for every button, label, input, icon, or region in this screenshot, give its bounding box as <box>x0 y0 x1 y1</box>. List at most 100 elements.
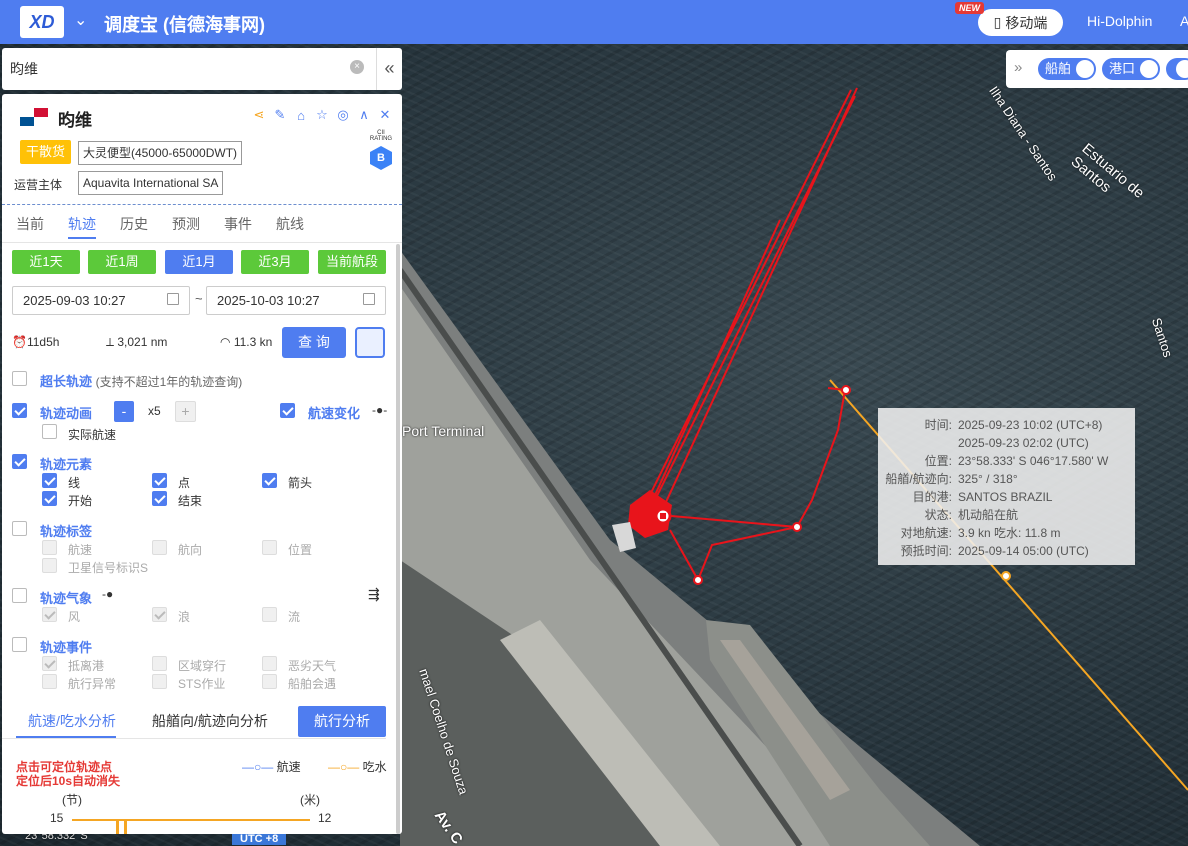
chevron-up-icon[interactable]: ∧ <box>357 107 371 122</box>
tab-events[interactable]: 事件 <box>224 214 276 234</box>
range-3m-button[interactable]: 近3月 <box>241 250 309 274</box>
end-date-value: 2025-10-03 10:27 <box>217 293 320 308</box>
range-1m-button[interactable]: 近1月 <box>165 250 233 274</box>
chevron-down-icon[interactable]: ⌄ <box>74 10 87 30</box>
tooltip-key: 状态: <box>924 508 952 522</box>
operator-value[interactable]: Aquavita International SA <box>78 171 224 195</box>
end-date-input[interactable]: 2025-10-03 10:27 <box>206 286 386 315</box>
account-link[interactable]: A <box>1180 13 1188 29</box>
tooltip-key: 位置: <box>924 454 952 468</box>
track-point <box>693 575 703 585</box>
divider <box>2 242 402 243</box>
mobile-label: 移动端 <box>1005 14 1048 31</box>
utc-badge[interactable]: UTC +8 <box>232 833 287 845</box>
elements-checkbox[interactable] <box>12 454 27 469</box>
mobile-button[interactable]: ▯ 移动端 <box>978 9 1063 36</box>
animation-checkbox[interactable] <box>12 403 27 418</box>
tooltip-value: 23°58.333' S 046°17.580' W <box>958 454 1109 468</box>
event-anomaly-checkbox[interactable] <box>42 674 57 689</box>
tooltip-key: 预抵时间: <box>900 544 952 558</box>
cii-rating: CII RATING B <box>366 130 396 170</box>
expand-icon[interactable]: » <box>1014 59 1022 76</box>
label-heading-label: 航向 <box>178 543 203 557</box>
ports-toggle[interactable]: 港口 <box>1102 58 1160 80</box>
event-sts-checkbox[interactable] <box>152 674 167 689</box>
panel-scrollbar[interactable] <box>396 244 400 834</box>
weather-wind-checkbox[interactable] <box>42 607 57 622</box>
range-1d-button[interactable]: 近1天 <box>12 250 80 274</box>
range-leg-button[interactable]: 当前航段 <box>318 250 386 274</box>
long-track-checkbox[interactable] <box>12 371 27 386</box>
element-arrow-checkbox[interactable] <box>262 473 277 488</box>
event-zone-checkbox[interactable] <box>152 656 167 671</box>
event-weather-checkbox[interactable] <box>262 656 277 671</box>
range-1w-button[interactable]: 近1周 <box>88 250 156 274</box>
close-icon[interactable]: ✕ <box>378 107 392 122</box>
element-point-checkbox[interactable] <box>152 473 167 488</box>
search-input[interactable] <box>10 56 350 82</box>
event-port-checkbox[interactable] <box>42 656 57 671</box>
labels-checkbox[interactable] <box>12 521 27 536</box>
tab-route[interactable]: 航线 <box>276 214 328 234</box>
legend-draft[interactable]: —○— 吃水 <box>328 758 387 775</box>
edit-icon[interactable]: ✎ <box>273 107 287 122</box>
actual-speed-label: 实际航速 <box>68 428 117 442</box>
collapse-panel-button[interactable]: « <box>376 48 402 90</box>
label-heading-checkbox[interactable] <box>152 540 167 555</box>
weather-wave-checkbox[interactable] <box>152 607 167 622</box>
draft-marker <box>116 819 119 834</box>
tooltip-value: 325° / 318° <box>958 472 1018 486</box>
event-zone-label: 区域穿行 <box>178 659 227 673</box>
elements-label: 轨迹元素 <box>40 457 93 472</box>
track-point <box>792 522 802 532</box>
more-layers-toggle[interactable] <box>1166 58 1188 80</box>
navigation-analysis-button[interactable]: 航行分析 <box>298 706 386 737</box>
locate-icon[interactable]: ◎ <box>336 107 350 122</box>
start-date-input[interactable]: 2025-09-03 10:27 <box>12 286 190 315</box>
tab-heading[interactable]: 船艏向/航迹向分析 <box>152 711 268 731</box>
tab-history[interactable]: 历史 <box>120 214 172 234</box>
speed-minus-button[interactable]: - <box>114 401 134 422</box>
speed-change-checkbox[interactable] <box>280 403 295 418</box>
legend-speed[interactable]: —○— 航速 <box>242 758 301 775</box>
top-bar: XD ⌄ 调度宝 (信德海事网) ▯ 移动端 NEW Hi-Dolphin A <box>0 0 1188 44</box>
label-satellite-checkbox[interactable] <box>42 558 57 573</box>
element-end-checkbox[interactable] <box>152 491 167 506</box>
tag-icon[interactable]: ⌂ <box>294 108 308 123</box>
tab-current[interactable]: 当前 <box>16 214 68 234</box>
label-position-checkbox[interactable] <box>262 540 277 555</box>
star-icon[interactable]: ☆ <box>315 107 329 122</box>
map-label-terminal: Port Terminal <box>402 423 485 439</box>
label-speed-checkbox[interactable] <box>42 540 57 555</box>
query-button[interactable]: 查 询 <box>282 327 346 358</box>
draft-line <box>72 819 310 821</box>
weather-current-checkbox[interactable] <box>262 607 277 622</box>
share-icon[interactable]: ⋖ <box>252 107 266 122</box>
events-checkbox[interactable] <box>12 637 27 652</box>
speed-value: 11.3 kn <box>233 335 273 349</box>
tab-forecast[interactable]: 预测 <box>172 214 224 234</box>
app-logo[interactable]: XD <box>20 6 64 38</box>
gauge-icon: ◠ <box>220 335 234 349</box>
actual-speed-checkbox[interactable] <box>42 424 57 439</box>
tab-track[interactable]: 轨迹 <box>68 214 120 234</box>
tab-speed-draft[interactable]: 航速/吃水分析 <box>28 711 116 731</box>
weather-checkbox[interactable] <box>12 588 27 603</box>
tooltip-value: SANTOS BRAZIL <box>958 490 1053 504</box>
panel-tabs: 当前 轨迹 历史 预测 事件 航线 <box>16 214 328 234</box>
route-toggle-icon[interactable] <box>355 327 385 358</box>
weather-settings-icon[interactable]: ⇶ <box>368 586 380 603</box>
left-axis-max: 15 <box>50 811 64 825</box>
map-layer-controls: » 船舶 港口 <box>1006 50 1188 88</box>
clear-icon[interactable]: × <box>350 60 364 74</box>
ships-toggle[interactable]: 船舶 <box>1038 58 1096 80</box>
hi-dolphin-link[interactable]: Hi-Dolphin <box>1087 13 1152 29</box>
tooltip-key: 船艏/航迹向: <box>885 472 952 486</box>
weather-label: 轨迹气象 <box>40 591 93 606</box>
speed-plus-button[interactable]: + <box>175 401 196 422</box>
element-line-checkbox[interactable] <box>42 473 57 488</box>
element-start-checkbox[interactable] <box>42 491 57 506</box>
event-encounter-checkbox[interactable] <box>262 674 277 689</box>
size-class-tag: 大灵便型(45000-65000DWT) <box>78 141 243 165</box>
element-start-label: 开始 <box>68 494 93 508</box>
